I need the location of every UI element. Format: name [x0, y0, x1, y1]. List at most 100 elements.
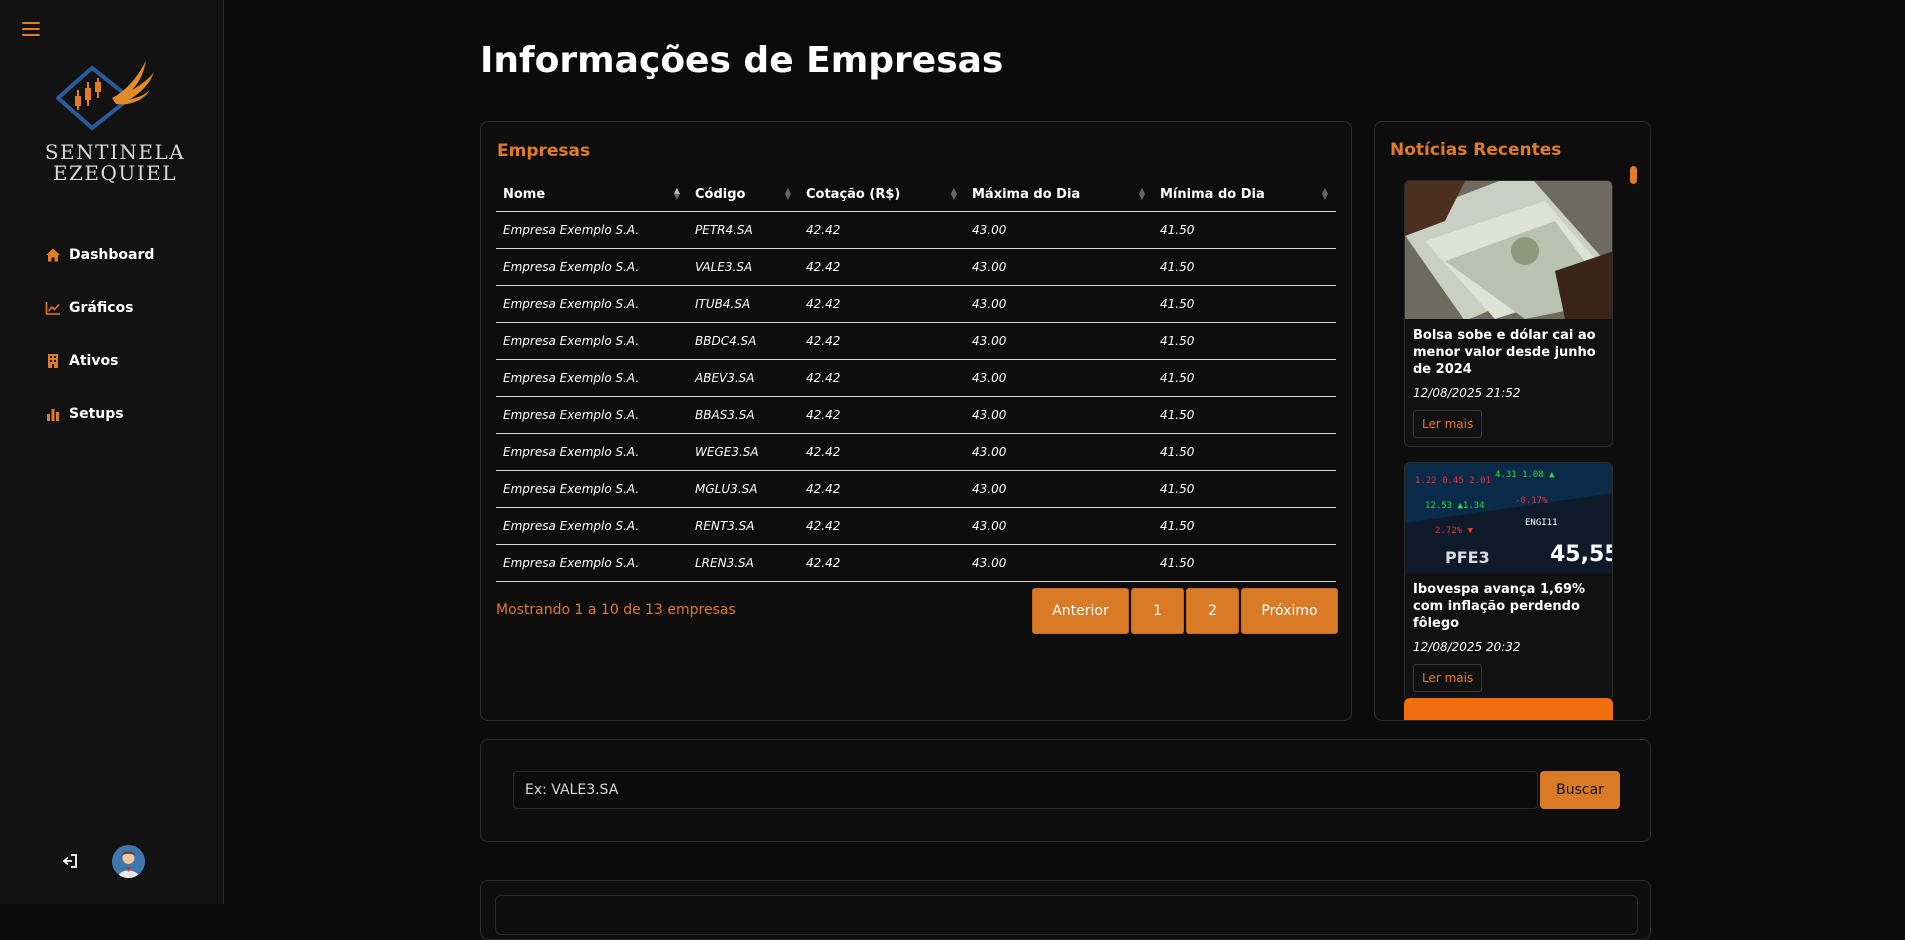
- table-cell: LREN3.SA: [688, 544, 799, 582]
- sidebar-item-label: Gráficos: [69, 299, 134, 316]
- table-cell: 43.00: [965, 359, 1153, 397]
- logo-icon: [56, 60, 154, 130]
- table-cell: 43.00: [965, 433, 1153, 471]
- read-more-button[interactable]: Ler mais: [1413, 410, 1483, 438]
- logout-icon[interactable]: [62, 853, 78, 869]
- column-header-maxima[interactable]: Máxima do Dia ▲ ▼: [965, 178, 1153, 212]
- table-row[interactable]: Empresa Exemplo S.A. VALE3.SA 42.42 43.00 41…: [496, 248, 1336, 286]
- svg-text:12.53 ▲1.34: 12.53 ▲1.34: [1425, 501, 1485, 511]
- table-cell: 41.50: [1153, 433, 1336, 471]
- search-input[interactable]: [513, 771, 1538, 809]
- table-cell: 42.42: [799, 544, 965, 582]
- table-cell: 42.42: [799, 248, 965, 286]
- news-date: 12/08/2025 21:52: [1413, 386, 1521, 400]
- table-cell: WEGE3.SA: [688, 433, 799, 471]
- svg-text:4.31 1.08 ▲: 4.31 1.08 ▲: [1495, 470, 1555, 480]
- table-cell: 43.00: [965, 248, 1153, 286]
- table-cell: Empresa Exemplo S.A.: [496, 211, 688, 249]
- companies-card: Empresas Nome ▲ ▼ Código ▲ ▼ Cotação (R$) ▲ ▼ …: [480, 121, 1352, 721]
- table-cell: 41.50: [1153, 470, 1336, 508]
- hamburger-menu-icon[interactable]: [22, 22, 40, 38]
- table-cell: Empresa Exemplo S.A.: [496, 470, 688, 508]
- news-card: Notícias Recentes Bolsa sobe e dólar cai…: [1374, 121, 1651, 721]
- page-title: Informações de Empresas: [480, 40, 1004, 81]
- table-cell: 41.50: [1153, 507, 1336, 545]
- svg-text:ENGI11: ENGI11: [1525, 518, 1558, 528]
- sort-icon: ▲ ▼: [784, 186, 791, 201]
- table-row[interactable]: Empresa Exemplo S.A. PETR4.SA 42.42 43.00 41…: [496, 211, 1336, 249]
- table-cell: 41.50: [1153, 359, 1336, 397]
- search-card: Buscar: [480, 739, 1651, 842]
- table-cell: 43.00: [965, 322, 1153, 360]
- table-cell: Empresa Exemplo S.A.: [496, 396, 688, 434]
- read-more-button[interactable]: Ler mais: [1413, 664, 1483, 692]
- table-cell: 43.00: [965, 211, 1153, 249]
- table-cell: 41.50: [1153, 322, 1336, 360]
- table-cell: Empresa Exemplo S.A.: [496, 433, 688, 471]
- sidebar-item-ativos[interactable]: Ativos: [45, 334, 154, 387]
- table-cell: ABEV3.SA: [688, 359, 799, 397]
- column-header-codigo[interactable]: Código ▲ ▼: [688, 178, 799, 212]
- sidebar-item-dashboard[interactable]: Dashboard: [45, 228, 154, 281]
- table-cell: 42.42: [799, 285, 965, 323]
- sidebar-item-graficos[interactable]: Gráficos: [45, 281, 154, 334]
- news-item-partial: [1404, 698, 1613, 720]
- column-header-nome[interactable]: Nome ▲ ▼: [496, 178, 688, 212]
- column-header-minima[interactable]: Mínima do Dia ▲ ▼: [1153, 178, 1336, 212]
- table-cell: 43.00: [965, 396, 1153, 434]
- avatar[interactable]: [112, 845, 145, 878]
- table-cell: 42.42: [799, 470, 965, 508]
- table-cell: Empresa Exemplo S.A.: [496, 285, 688, 323]
- bottom-card: [480, 880, 1651, 940]
- news-scrollbar[interactable]: [1630, 166, 1637, 184]
- news-headline: Bolsa sobe e dólar cai ao menor valor de…: [1413, 328, 1596, 377]
- table-cell: Empresa Exemplo S.A.: [496, 359, 688, 397]
- table-row[interactable]: Empresa Exemplo S.A. ABEV3.SA 42.42 43.00 41…: [496, 359, 1336, 397]
- news-headline: Ibovespa avança 1,69% com inflação perde…: [1413, 582, 1586, 631]
- table-cell: BBDC4.SA: [688, 322, 799, 360]
- column-header-cotacao[interactable]: Cotação (R$) ▲ ▼: [799, 178, 965, 212]
- table-cell: 43.00: [965, 470, 1153, 508]
- table-cell: 42.42: [799, 359, 965, 397]
- table-row[interactable]: Empresa Exemplo S.A. MGLU3.SA 42.42 43.00 41…: [496, 470, 1336, 508]
- table-cell: Empresa Exemplo S.A.: [496, 248, 688, 286]
- sidebar-nav: Dashboard Gráficos Ativos Setups: [45, 228, 154, 440]
- building-icon: [48, 353, 58, 368]
- table-cell: 41.50: [1153, 396, 1336, 434]
- table-cell: MGLU3.SA: [688, 470, 799, 508]
- page-2-button[interactable]: 2: [1186, 588, 1239, 634]
- table-cell: PETR4.SA: [688, 211, 799, 249]
- table-row[interactable]: Empresa Exemplo S.A. BBDC4.SA 42.42 43.00 41…: [496, 322, 1336, 360]
- table-cell: VALE3.SA: [688, 248, 799, 286]
- sidebar-item-setups[interactable]: Setups: [45, 387, 154, 440]
- table-cell: 41.50: [1153, 248, 1336, 286]
- svg-text:1.22 0.45 2.01: 1.22 0.45 2.01: [1415, 476, 1491, 486]
- news-item: Bolsa sobe e dólar cai ao menor valor de…: [1404, 180, 1613, 447]
- table-cell: 42.42: [799, 211, 965, 249]
- news-title: Notícias Recentes: [1390, 140, 1562, 160]
- sidebar-item-label: Dashboard: [69, 246, 155, 263]
- table-row[interactable]: Empresa Exemplo S.A. LREN3.SA 42.42 43.00 41…: [496, 544, 1336, 582]
- table-cell: Empresa Exemplo S.A.: [496, 322, 688, 360]
- table-cell: 43.00: [965, 285, 1153, 323]
- svg-text:2.72% ▼: 2.72% ▼: [1435, 526, 1474, 536]
- sort-icon: ▲ ▼: [950, 186, 957, 201]
- table-cell: 42.42: [799, 507, 965, 545]
- table-row[interactable]: Empresa Exemplo S.A. WEGE3.SA 42.42 43.00 41…: [496, 433, 1336, 471]
- table-cell: 42.42: [799, 396, 965, 434]
- table-cell: 41.50: [1153, 285, 1336, 323]
- table-cell: Empresa Exemplo S.A.: [496, 544, 688, 582]
- search-button[interactable]: Buscar: [1540, 771, 1620, 809]
- page-1-button[interactable]: 1: [1131, 588, 1184, 634]
- svg-text:-0.17%: -0.17%: [1515, 496, 1548, 506]
- companies-table: Nome ▲ ▼ Código ▲ ▼ Cotação (R$) ▲ ▼ Máxima do…: [496, 178, 1336, 582]
- table-cell: 42.42: [799, 322, 965, 360]
- sidebar-item-label: Ativos: [69, 352, 119, 369]
- next-page-button[interactable]: Próximo: [1241, 588, 1338, 634]
- prev-page-button[interactable]: Anterior: [1032, 588, 1129, 634]
- sort-icon: ▲ ▼: [1138, 186, 1145, 201]
- table-row[interactable]: Empresa Exemplo S.A. RENT3.SA 42.42 43.00 41…: [496, 507, 1336, 545]
- table-row[interactable]: Empresa Exemplo S.A. BBAS3.SA 42.42 43.00 41…: [496, 396, 1336, 434]
- table-row[interactable]: Empresa Exemplo S.A. ITUB4.SA 42.42 43.00 41…: [496, 285, 1336, 323]
- chart-line-icon: [45, 301, 60, 315]
